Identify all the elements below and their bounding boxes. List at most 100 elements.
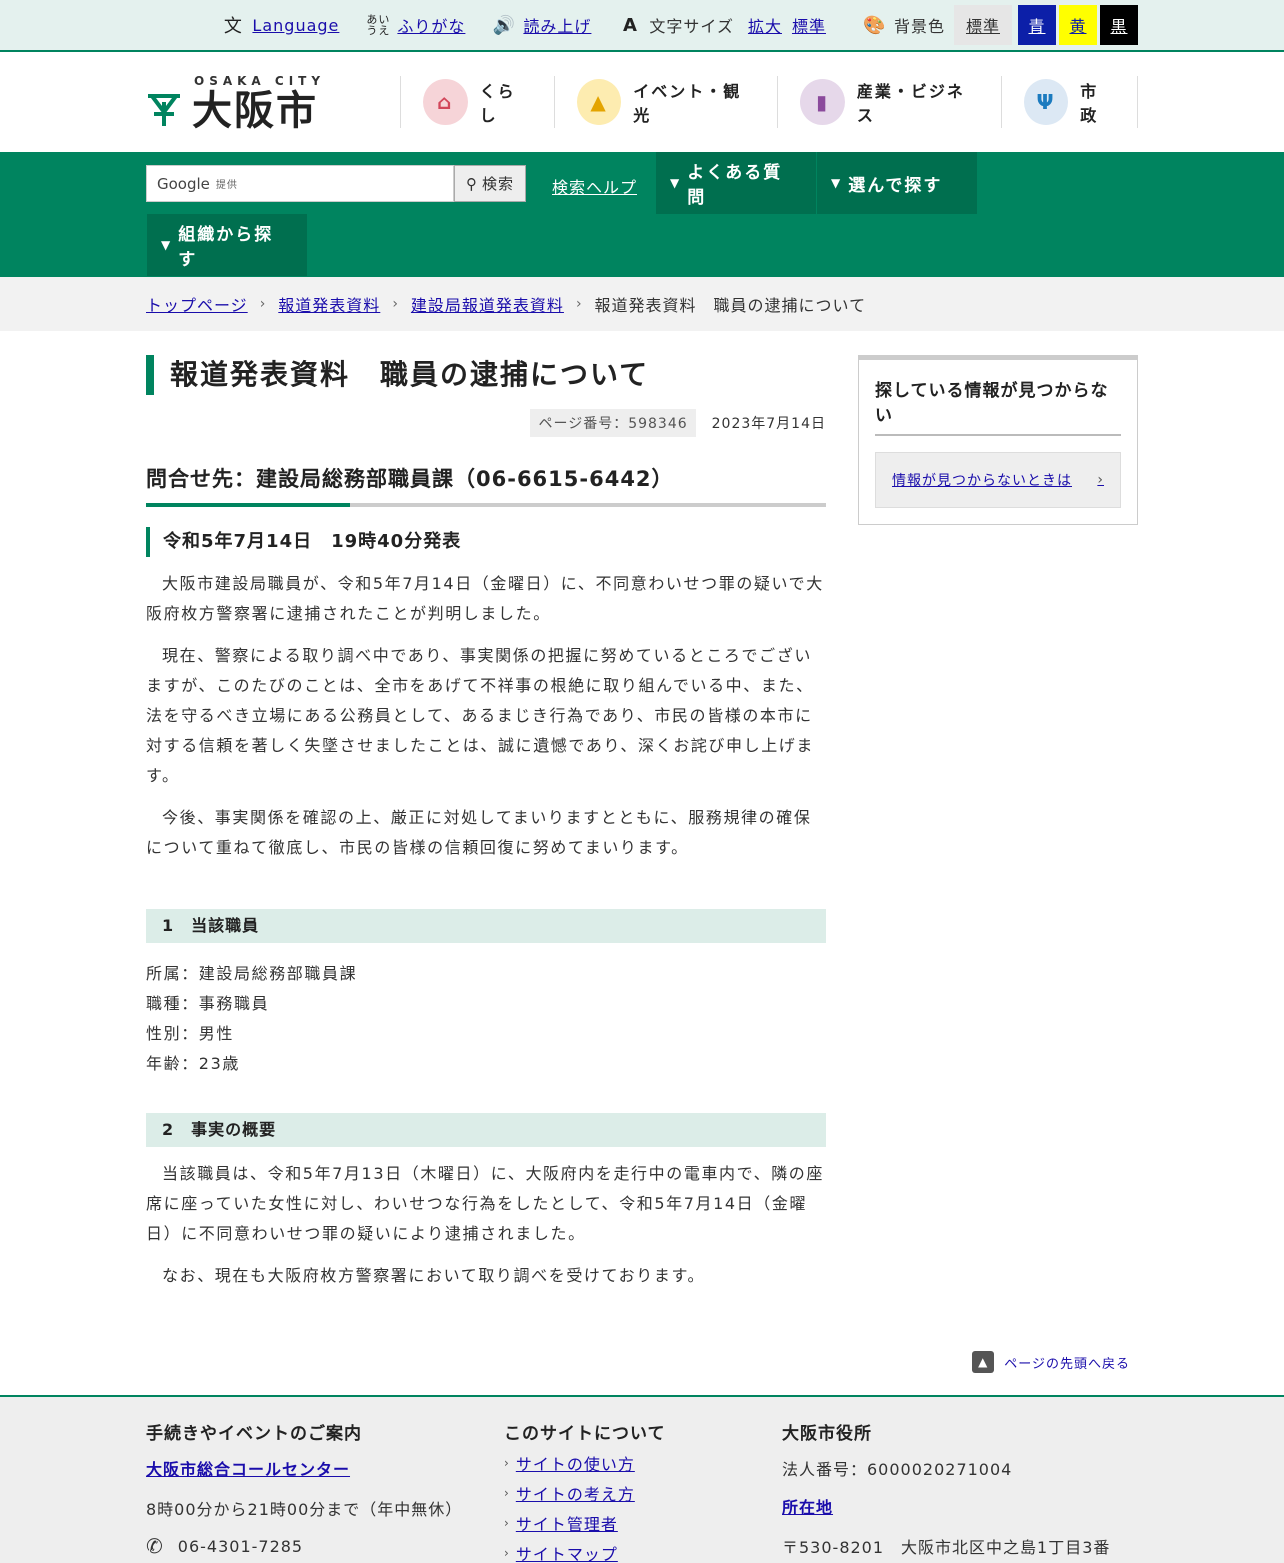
release-heading: 令和5年7月14日 19時40分発表 — [146, 527, 826, 557]
bg-color-group: 🎨 背景色 標準 青 黄 黒 — [862, 5, 1138, 45]
search-input[interactable]: Google 提供 — [146, 165, 454, 202]
page-date: 2023年7月14日 — [711, 416, 826, 432]
page-title: 報道発表資料 職員の逮捕について — [146, 355, 826, 395]
paragraph: 当該職員は、令和5年7月13日（木曜日）に、大阪府内を走行中の電車内で、隣の座席… — [146, 1164, 824, 1243]
site-footer: 手続きやイベントのご案内 大阪市総合コールセンター 8時00分から21時00分ま… — [0, 1395, 1284, 1563]
paragraph: 大阪市建設局職員が、令和5年7月14日（金曜日）に、不同意わいせつ罪の疑いで大阪… — [146, 574, 824, 623]
gnav-events[interactable]: ▲ イベント・観光 — [555, 76, 779, 128]
bg-black-button[interactable]: 黒 — [1100, 5, 1138, 45]
not-found-box: 探している情報が見つからない 情報が見つからないときは › — [858, 355, 1138, 525]
city-mark-icon: Ψ — [1023, 79, 1069, 125]
gnav-living[interactable]: ⌂ くらし — [401, 76, 555, 128]
global-nav: ⌂ くらし ▲ イベント・観光 ▮ 産業・ビジネス Ψ 市政 — [400, 76, 1138, 128]
bg-yellow-button[interactable]: 黄 — [1059, 5, 1097, 45]
footer-heading: このサイトについて — [504, 1424, 666, 1444]
call-center-hours: 8時00分から21時00分まで（年中無休） — [146, 1500, 463, 1519]
footer-link[interactable]: サイト管理者 — [516, 1511, 618, 1535]
gnav-label: 市政 — [1080, 82, 1099, 125]
site-search: Google 提供 ⚲ 検索 — [146, 165, 526, 214]
castle-icon: ▲ — [576, 79, 622, 125]
search-help-link[interactable]: 検索ヘルプ — [552, 174, 656, 214]
footer-heading: 手続きやイベントのご案内 — [146, 1424, 362, 1444]
search-menu-bar: Google 提供 ⚲ 検索 検索ヘルプ ▼ よくある質問 ▼ 選んで探す ▼ … — [0, 152, 1284, 277]
footer-guidance: 手続きやイベントのご案内 大阪市総合コールセンター 8時00分から21時00分ま… — [146, 1419, 504, 1563]
contact-heading: 問合せ先：建設局総務部職員課（06-6615-6442） — [146, 463, 826, 507]
detail-item: 年齢：23歳 — [146, 1054, 240, 1073]
breadcrumb-construction[interactable]: 建設局報道発表資料 — [411, 292, 564, 316]
phone-number: 06-4301-7285 — [177, 1536, 304, 1556]
detail-item: 所属：建設局総務部職員課 — [146, 964, 358, 983]
bg-blue-button[interactable]: 青 — [1018, 5, 1056, 45]
footer-link-item: › サイトマップ — [504, 1538, 782, 1563]
article: 報道発表資料 職員の逮捕について ページ番号：598346 2023年7月14日… — [146, 355, 826, 1291]
chevron-right-icon: › — [1097, 472, 1104, 488]
search-button-label: 検索 — [481, 175, 514, 193]
readout-link[interactable]: 読み上げ — [523, 13, 591, 37]
choose-label: 選んで探す — [848, 175, 943, 196]
house-icon: ⌂ — [423, 79, 468, 125]
chevron-right-icon: › — [504, 1456, 510, 1470]
main-area: 報道発表資料 職員の逮捕について ページ番号：598346 2023年7月14日… — [146, 331, 1138, 1291]
chevron-right-icon: › — [504, 1516, 510, 1530]
footer-link[interactable]: サイトマップ — [516, 1541, 618, 1563]
paragraph: なお、現在も大阪府枚方警察署において取り調べを受けております。 — [162, 1266, 706, 1285]
footer-link[interactable]: サイトの考え方 — [516, 1481, 635, 1505]
chevron-right-icon: › — [504, 1546, 510, 1560]
google-provided: 提供 — [215, 180, 238, 191]
call-center-link[interactable]: 大阪市総合コールセンター — [146, 1456, 504, 1480]
search-button[interactable]: ⚲ 検索 — [454, 165, 526, 202]
breadcrumb-current: 報道発表資料 職員の逮捕について — [594, 296, 867, 315]
google-label: Google — [157, 174, 210, 193]
site-header: OSAKA CITY 大阪市 ⌂ くらし ▲ イベント・観光 ▮ 産業・ビジネス… — [0, 52, 1284, 152]
furigana-icon: あい うえ — [366, 13, 391, 37]
language-item[interactable]: 文 Language — [220, 12, 339, 38]
search-help-text: ヘルプ — [586, 178, 638, 197]
palette-icon: 🎨 — [863, 14, 887, 36]
choose-menu[interactable]: ▼ 選んで探す — [817, 152, 977, 214]
chevron-right-icon: › — [392, 296, 399, 312]
readout-item[interactable]: 🔊 読み上げ — [491, 12, 591, 38]
chevron-down-icon: ▼ — [161, 238, 173, 252]
faq-label: よくある質問 — [687, 163, 783, 208]
furigana-link[interactable]: ふりがな — [397, 13, 465, 37]
page-top-link[interactable]: ▲ ページの先頭へ戻る — [146, 1351, 1130, 1373]
footer-city-hall: 大阪市役所 法人番号：6000020271004 所在地 〒530-8201 大… — [782, 1419, 1132, 1563]
breadcrumb-press[interactable]: 報道発表資料 — [278, 292, 380, 316]
chevron-right-icon: › — [504, 1486, 510, 1500]
text-size-enlarge[interactable]: 拡大 — [748, 13, 782, 37]
text-size-group: A 文字サイズ 拡大 標準 — [617, 12, 836, 38]
language-link[interactable]: Language — [252, 16, 339, 35]
footer-link[interactable]: サイトの使い方 — [516, 1451, 635, 1475]
chevron-down-icon: ▼ — [670, 176, 682, 190]
footer-link-item: › サイトの考え方 — [504, 1478, 782, 1508]
text-size-standard[interactable]: 標準 — [792, 13, 826, 37]
footer-heading: 大阪市役所 — [782, 1424, 872, 1444]
gnav-business[interactable]: ▮ 産業・ビジネス — [778, 76, 1002, 128]
section2-heading: 2 事実の概要 — [146, 1113, 826, 1147]
gnav-city[interactable]: Ψ 市政 — [1002, 76, 1138, 128]
gnav-label: くらし — [479, 82, 516, 125]
translate-icon: 文 — [223, 16, 243, 37]
org-label: 組織から探す — [178, 225, 274, 270]
faq-menu[interactable]: ▼ よくある質問 — [656, 152, 816, 214]
page-meta: ページ番号：598346 2023年7月14日 — [146, 409, 826, 437]
detail-item: 性別：男性 — [146, 1024, 235, 1043]
gnav-label: 産業・ビジネス — [856, 82, 965, 125]
gnav-label: イベント・観光 — [633, 82, 742, 125]
phone-icon: ✆ — [146, 1534, 164, 1558]
bg-standard-button[interactable]: 標準 — [954, 5, 1012, 45]
location-link[interactable]: 所在地 — [782, 1494, 1132, 1518]
address: 〒530-8201 大阪市北区中之島1丁目3番20号 — [782, 1538, 1111, 1563]
building-icon: ▮ — [800, 79, 845, 125]
org-menu[interactable]: ▼ 組織から探す — [147, 214, 307, 276]
bg-color-label: 背景色 — [893, 17, 945, 36]
not-found-link[interactable]: 情報が見つからないときは › — [875, 452, 1121, 508]
breadcrumb-top[interactable]: トップページ — [146, 292, 248, 316]
not-found-link-label: 情報が見つからないときは — [892, 473, 1072, 489]
page-top-label: ページの先頭へ戻る — [1004, 1356, 1130, 1372]
site-logo[interactable]: OSAKA CITY 大阪市 — [146, 72, 400, 132]
sidebar-title: 探している情報が見つからない — [875, 376, 1121, 436]
furigana-item[interactable]: あい うえ ふりがな — [365, 12, 465, 38]
speaker-icon: 🔊 — [492, 14, 517, 36]
text-size-label: 文字サイズ — [649, 17, 734, 36]
